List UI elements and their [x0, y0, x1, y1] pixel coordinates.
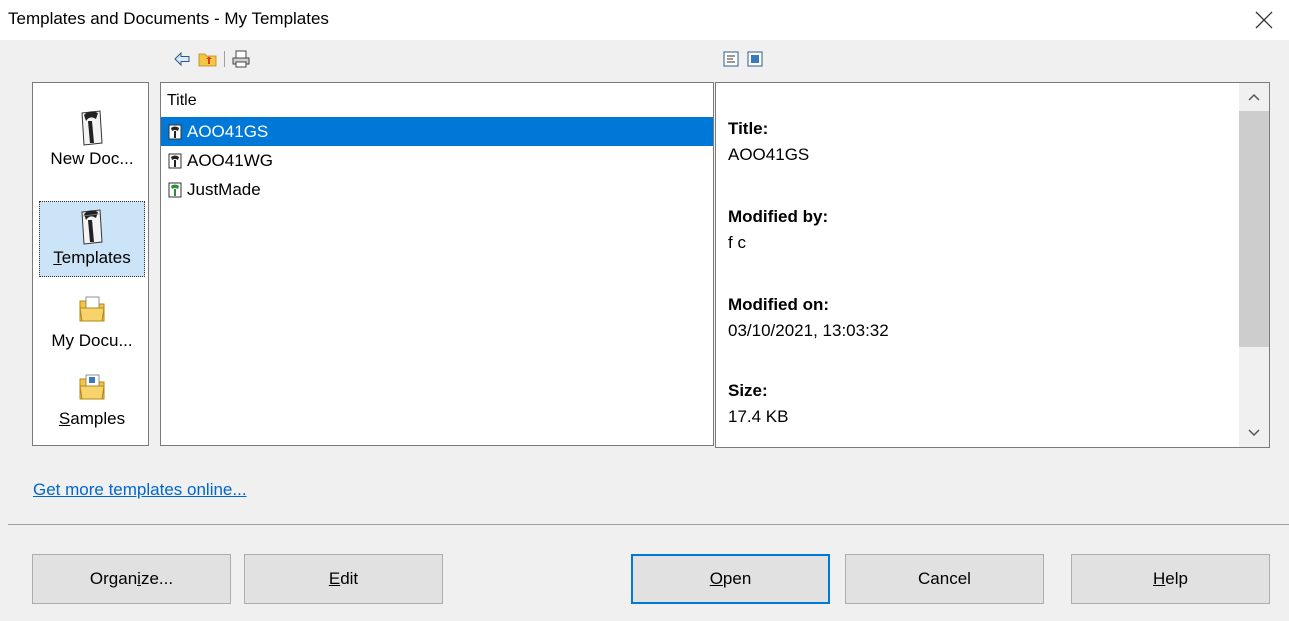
- document-properties-panel: Title: AOO41GS Modified by: f c Modified…: [715, 82, 1270, 448]
- scroll-up-icon[interactable]: [1244, 89, 1264, 107]
- new-document-icon: [81, 110, 103, 146]
- list-item[interactable]: AOO41GS: [161, 117, 713, 146]
- list-item[interactable]: JustMade: [161, 175, 713, 204]
- edit-button[interactable]: Edit: [244, 554, 443, 604]
- preview-toolbar: [721, 48, 765, 70]
- property-size: Size: 17.4 KB: [728, 381, 789, 426]
- document-properties-icon[interactable]: [721, 49, 741, 69]
- place-my-documents[interactable]: My Docu...: [39, 285, 145, 361]
- toolbar-separator: [224, 51, 225, 67]
- close-button[interactable]: [1249, 6, 1279, 34]
- spreadsheet-template-icon: [168, 182, 182, 197]
- scrollbar-thumb[interactable]: [1239, 111, 1269, 347]
- cancel-button[interactable]: Cancel: [845, 554, 1044, 604]
- property-modified-by: Modified by: f c: [728, 207, 829, 252]
- place-new-document[interactable]: New Doc...: [39, 103, 145, 179]
- window-title: Templates and Documents - My Templates: [8, 9, 329, 28]
- samples-folder-icon: [79, 374, 105, 400]
- property-modified-on: Modified on: 03/10/2021, 13:03:32: [728, 295, 889, 340]
- print-icon[interactable]: [231, 49, 251, 69]
- place-samples[interactable]: Samples: [39, 363, 145, 439]
- template-file-icon: [168, 153, 182, 168]
- property-title: Title: AOO41GS: [728, 119, 810, 164]
- template-file-icon: [168, 124, 182, 139]
- scroll-down-icon[interactable]: [1244, 423, 1264, 441]
- get-more-templates-link[interactable]: Get more templates online...: [33, 480, 247, 500]
- navigation-toolbar: [172, 48, 251, 70]
- title-bar: Templates and Documents - My Templates: [0, 0, 1289, 40]
- column-header-title[interactable]: Title: [161, 83, 713, 118]
- up-folder-icon[interactable]: [198, 49, 218, 69]
- back-arrow-icon[interactable]: [172, 49, 192, 69]
- templates-icon: [81, 209, 103, 245]
- help-button[interactable]: Help: [1071, 554, 1270, 604]
- open-button[interactable]: Open: [631, 554, 830, 604]
- template-list[interactable]: Title AOO41GS AOO41WG JustMade: [160, 82, 714, 446]
- place-templates[interactable]: Templates: [39, 201, 145, 277]
- list-item[interactable]: AOO41WG: [161, 146, 713, 175]
- places-panel: New Doc... Templates My Docu... Samples: [32, 82, 149, 446]
- template-rows: AOO41GS AOO41WG JustMade: [161, 117, 713, 204]
- divider: [8, 524, 1289, 525]
- close-icon: [1255, 11, 1273, 29]
- vertical-scrollbar[interactable]: [1239, 83, 1269, 447]
- preview-icon[interactable]: [745, 49, 765, 69]
- templates-dialog: Templates and Documents - My Templates N…: [0, 0, 1289, 621]
- organize-button[interactable]: Organize...: [32, 554, 231, 604]
- my-documents-folder-icon: [79, 296, 105, 322]
